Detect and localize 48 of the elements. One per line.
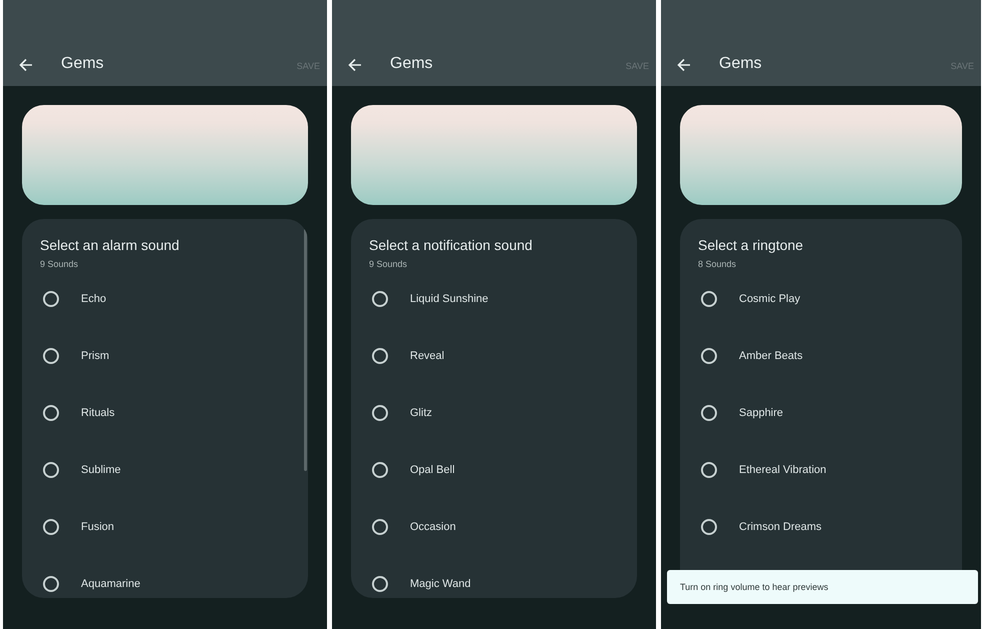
- sound-option[interactable]: Fusion: [81, 520, 114, 532]
- sound-count: 9 Sounds: [369, 258, 408, 270]
- radio-button[interactable]: [372, 348, 388, 364]
- sound-option[interactable]: Liquid Sunshine: [410, 292, 488, 304]
- sound-option[interactable]: Cosmic Play: [739, 292, 800, 304]
- radio-button[interactable]: [43, 348, 59, 364]
- radio-button[interactable]: [372, 404, 388, 420]
- list-heading: Select an alarm sound: [40, 237, 180, 254]
- sound-option[interactable]: Sapphire: [739, 406, 784, 418]
- snackbar: Turn on ring volume to hear previews: [667, 570, 978, 604]
- sound-option[interactable]: Magic Wand: [410, 578, 471, 590]
- radio-button[interactable]: [372, 518, 388, 534]
- sound-option[interactable]: Opal Bell: [410, 464, 455, 476]
- radio-button[interactable]: [701, 518, 717, 534]
- radio-button[interactable]: [372, 576, 388, 592]
- radio-button[interactable]: [43, 290, 59, 306]
- sound-option[interactable]: Reveal: [410, 350, 444, 362]
- screen-title: Gems: [719, 54, 763, 74]
- sound-option[interactable]: Sublime: [81, 464, 121, 476]
- back-button[interactable]: [346, 56, 364, 74]
- screen-title: Gems: [390, 54, 434, 74]
- sound-option[interactable]: Glitz: [410, 406, 432, 418]
- sound-count: 9 Sounds: [40, 258, 80, 270]
- list-heading: Select a notification sound: [369, 237, 534, 254]
- sound-option[interactable]: Ethereal Vibration: [739, 464, 826, 476]
- sound-option[interactable]: Occasion: [410, 520, 456, 532]
- back-button[interactable]: [675, 56, 693, 74]
- radio-button[interactable]: [701, 290, 717, 306]
- radio-button[interactable]: [701, 462, 717, 478]
- radio-button[interactable]: [43, 576, 59, 592]
- back-button[interactable]: [17, 56, 35, 74]
- sound-option[interactable]: Amber Beats: [739, 350, 803, 362]
- radio-button[interactable]: [43, 462, 59, 478]
- radio-button[interactable]: [43, 404, 59, 420]
- radio-button[interactable]: [43, 518, 59, 534]
- sound-option[interactable]: Prism: [81, 350, 110, 362]
- screen-title: Gems: [61, 54, 105, 74]
- radio-button[interactable]: [372, 290, 388, 306]
- list-heading: Select a ringtone: [698, 237, 804, 254]
- sound-option[interactable]: Rituals: [81, 406, 115, 418]
- scrollbar[interactable]: [304, 229, 307, 471]
- radio-button[interactable]: [701, 404, 717, 420]
- radio-button[interactable]: [372, 462, 388, 478]
- sound-count: 8 Sounds: [698, 258, 738, 270]
- sound-option[interactable]: Crimson Dreams: [739, 520, 822, 532]
- sound-option[interactable]: Echo: [81, 292, 106, 304]
- radio-button[interactable]: [701, 348, 717, 364]
- sound-option[interactable]: Aquamarine: [81, 578, 140, 590]
